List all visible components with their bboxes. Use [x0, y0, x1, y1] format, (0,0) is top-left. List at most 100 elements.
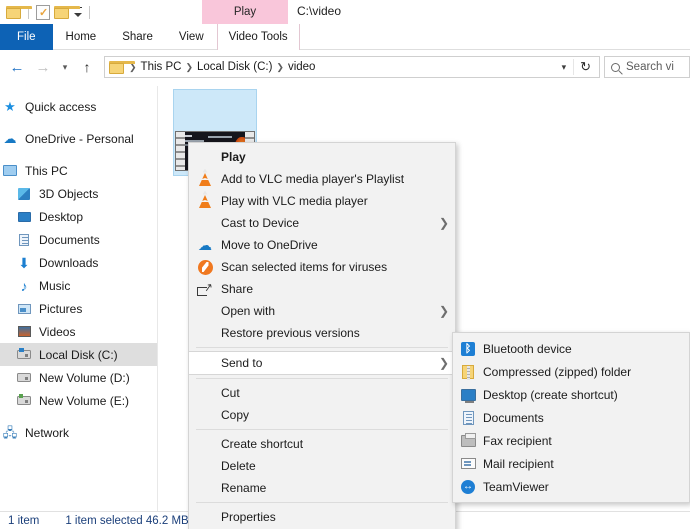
- menu-item-cut[interactable]: Cut: [189, 382, 455, 404]
- submenu-item-mail-recipient[interactable]: Mail recipient: [453, 452, 689, 475]
- refresh-icon[interactable]: ↻: [573, 59, 597, 75]
- sidebar-item-downloads[interactable]: ⬇ Downloads: [0, 251, 157, 274]
- tab-home[interactable]: Home: [53, 24, 110, 50]
- drive-icon: [14, 373, 34, 382]
- sidebar-item-new-volume-d[interactable]: New Volume (D:): [0, 366, 157, 389]
- sidebar-item-onedrive[interactable]: ☁ OneDrive - Personal: [0, 127, 157, 150]
- sidebar-item-music[interactable]: ♪ Music: [0, 274, 157, 297]
- film-strip-left: [176, 132, 185, 170]
- menu-label-share: Share: [221, 282, 433, 296]
- submenu-label-documents: Documents: [483, 411, 544, 425]
- menu-separator-4: [196, 502, 448, 503]
- navigation-pane[interactable]: ★ Quick access ☁ OneDrive - Personal Thi…: [0, 86, 158, 511]
- desktop-icon: [453, 389, 483, 401]
- context-menu[interactable]: Play Add to VLC media player's Playlist …: [188, 142, 456, 529]
- breadcrumb-item-0[interactable]: This PC: [138, 61, 185, 73]
- submenu-item-bluetooth-device[interactable]: ᛒ Bluetooth device: [453, 337, 689, 360]
- menu-label-create-shortcut: Create shortcut: [221, 437, 433, 451]
- sidebar-item-3d-objects[interactable]: 3D Objects: [0, 182, 157, 205]
- address-input[interactable]: ❯ This PC ❯ Local Disk (C:) ❯ video ▾ ↻: [104, 56, 600, 78]
- menu-item-move-to-onedrive[interactable]: ☁ Move to OneDrive: [189, 234, 455, 256]
- menu-item-copy[interactable]: Copy: [189, 404, 455, 426]
- menu-label-play-with-vlc: Play with VLC media player: [221, 194, 433, 208]
- menu-item-send-to[interactable]: Send to ❯: [189, 351, 455, 375]
- breadcrumb-item-2[interactable]: video: [285, 61, 319, 73]
- breadcrumb-sep-2: ❯: [275, 62, 285, 73]
- pictures-icon: [14, 304, 34, 314]
- contextual-tool-play-group[interactable]: Play: [202, 0, 288, 24]
- menu-label-cast-to-device: Cast to Device: [221, 216, 433, 230]
- share-icon: ↗: [189, 283, 221, 296]
- menu-item-properties[interactable]: Properties: [189, 506, 455, 528]
- sidebar-label-3d-objects: 3D Objects: [34, 187, 98, 201]
- sidebar-item-quick-access[interactable]: ★ Quick access: [0, 95, 157, 118]
- address-dropdown-icon[interactable]: ▾: [555, 62, 574, 73]
- status-selection-info: 1 item selected 46.2 MB: [39, 515, 188, 527]
- tab-view[interactable]: View: [166, 24, 217, 50]
- sidebar-label-desktop: Desktop: [34, 210, 83, 224]
- videos-icon: [14, 326, 34, 337]
- bluetooth-icon: ᛒ: [453, 342, 483, 356]
- tab-video-tools[interactable]: Video Tools: [217, 24, 300, 50]
- ribbon-filler: [300, 24, 690, 49]
- menu-item-delete[interactable]: Delete: [189, 455, 455, 477]
- sidebar-label-music: Music: [34, 279, 70, 293]
- sidebar-item-local-disk-c[interactable]: Local Disk (C:): [0, 343, 157, 366]
- tab-share[interactable]: Share: [109, 24, 166, 50]
- menu-item-share[interactable]: ↗ Share: [189, 278, 455, 300]
- menu-label-cut: Cut: [221, 386, 433, 400]
- menu-item-create-shortcut[interactable]: Create shortcut: [189, 433, 455, 455]
- submenu-label-mail-recipient: Mail recipient: [483, 457, 554, 471]
- menu-item-play[interactable]: Play: [189, 146, 455, 168]
- submenu-label-desktop-shortcut: Desktop (create shortcut): [483, 388, 618, 402]
- menu-item-play-with-vlc[interactable]: Play with VLC media player: [189, 190, 455, 212]
- sidebar-label-local-disk-c: Local Disk (C:): [34, 348, 118, 362]
- send-to-submenu[interactable]: ᛒ Bluetooth device Compressed (zipped) f…: [452, 332, 690, 503]
- menu-item-rename[interactable]: Rename: [189, 477, 455, 499]
- menu-item-add-to-vlc-playlist[interactable]: Add to VLC media player's Playlist: [189, 168, 455, 190]
- sidebar-item-desktop[interactable]: Desktop: [0, 205, 157, 228]
- back-arrow-icon[interactable]: ←: [4, 54, 30, 80]
- breadcrumb-item-1[interactable]: Local Disk (C:): [194, 61, 275, 73]
- submenu-item-teamviewer[interactable]: TeamViewer: [453, 475, 689, 498]
- sidebar-item-network[interactable]: 🖧 Network: [0, 421, 157, 444]
- menu-item-scan-for-viruses[interactable]: Scan selected items for viruses: [189, 256, 455, 278]
- properties-icon[interactable]: ✓: [36, 5, 50, 20]
- forward-arrow-icon[interactable]: →: [30, 54, 56, 80]
- menu-label-properties: Properties: [221, 510, 433, 524]
- music-icon: ♪: [14, 279, 34, 293]
- sidebar-item-new-volume-e[interactable]: New Volume (E:): [0, 389, 157, 412]
- menu-label-scan-for-viruses: Scan selected items for viruses: [221, 260, 433, 274]
- cloud-icon: ☁: [0, 132, 20, 145]
- nav-spacer-top: [0, 86, 157, 95]
- sidebar-item-videos[interactable]: Videos: [0, 320, 157, 343]
- drive-icon-2: [14, 396, 34, 405]
- up-arrow-icon[interactable]: ↑: [74, 54, 100, 80]
- file-explorer-window: ✓ C:\video Play File Home Share View Vid…: [0, 0, 690, 529]
- submenu-item-fax-recipient[interactable]: Fax recipient: [453, 429, 689, 452]
- new-folder-icon[interactable]: [54, 6, 69, 19]
- submenu-label-bluetooth-device: Bluetooth device: [483, 342, 572, 356]
- sidebar-item-this-pc[interactable]: This PC: [0, 159, 157, 182]
- zip-folder-icon: [453, 365, 483, 379]
- submenu-label-compressed-folder: Compressed (zipped) folder: [483, 365, 631, 379]
- menu-item-open-with[interactable]: Open with ❯: [189, 300, 455, 322]
- nav-spacer-2: [0, 150, 157, 159]
- onedrive-icon: ☁: [189, 238, 221, 252]
- menu-label-rename: Rename: [221, 481, 433, 495]
- navigation-buttons: ← → ▾ ↑: [0, 54, 100, 80]
- submenu-item-desktop-shortcut[interactable]: Desktop (create shortcut): [453, 383, 689, 406]
- search-input[interactable]: Search vi: [604, 56, 690, 78]
- tab-file[interactable]: File: [0, 24, 53, 50]
- ribbon-tab-bar: File Home Share View Video Tools: [0, 24, 690, 50]
- submenu-item-documents[interactable]: Documents: [453, 406, 689, 429]
- submenu-item-compressed-folder[interactable]: Compressed (zipped) folder: [453, 360, 689, 383]
- menu-item-restore-previous-versions[interactable]: Restore previous versions: [189, 322, 455, 344]
- sidebar-item-documents[interactable]: Documents: [0, 228, 157, 251]
- sidebar-item-pictures[interactable]: Pictures: [0, 297, 157, 320]
- search-icon: [611, 63, 620, 72]
- recent-locations-chevron-icon[interactable]: ▾: [56, 54, 74, 80]
- menu-item-cast-to-device[interactable]: Cast to Device ❯: [189, 212, 455, 234]
- chevron-right-icon: ❯: [433, 217, 455, 229]
- folder-icon[interactable]: [6, 6, 21, 19]
